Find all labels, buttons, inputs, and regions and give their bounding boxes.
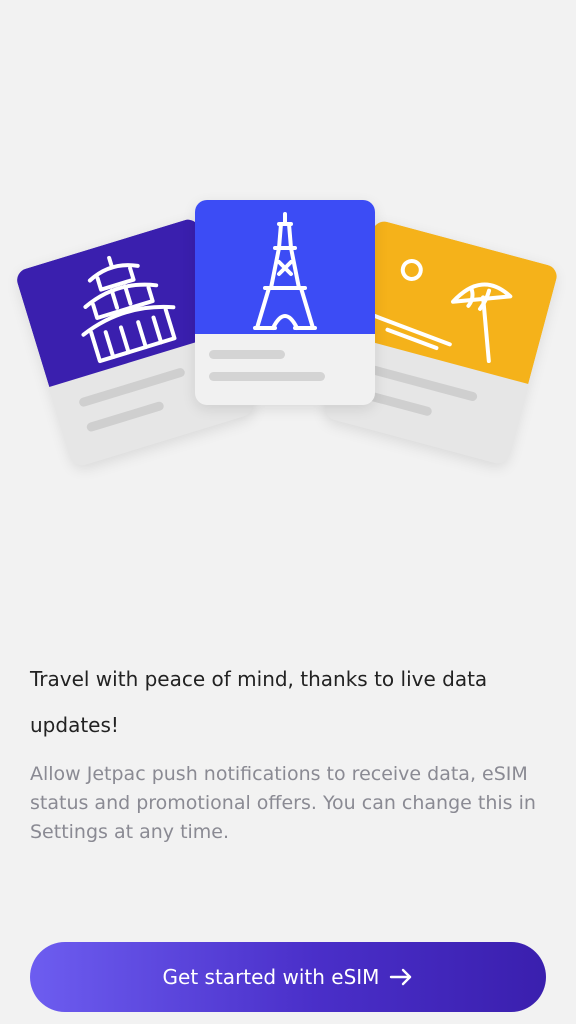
beach-card-header [344, 218, 560, 384]
eiffel-tower-card-header [195, 200, 375, 334]
card-text-placeholder [209, 350, 285, 359]
destination-cards-illustration [0, 180, 576, 480]
description: Allow Jetpac push notifications to recei… [30, 763, 536, 843]
beach-umbrella-icon [372, 258, 513, 364]
card-text-placeholder [209, 372, 325, 381]
eiffel-tower-card [195, 200, 375, 405]
get-started-button-label: Get started with eSIM [162, 965, 380, 989]
card-text-placeholder [85, 400, 165, 433]
onboarding-text: Travel with peace of mind, thanks to liv… [30, 656, 546, 847]
onboarding-screen: Travel with peace of mind, thanks to liv… [0, 0, 576, 1024]
arrow-right-icon [389, 968, 413, 986]
get-started-button[interactable]: Get started with eSIM [30, 942, 546, 1012]
eiffel-tower-icon [253, 212, 317, 330]
headline: Travel with peace of mind, thanks to liv… [30, 667, 488, 737]
